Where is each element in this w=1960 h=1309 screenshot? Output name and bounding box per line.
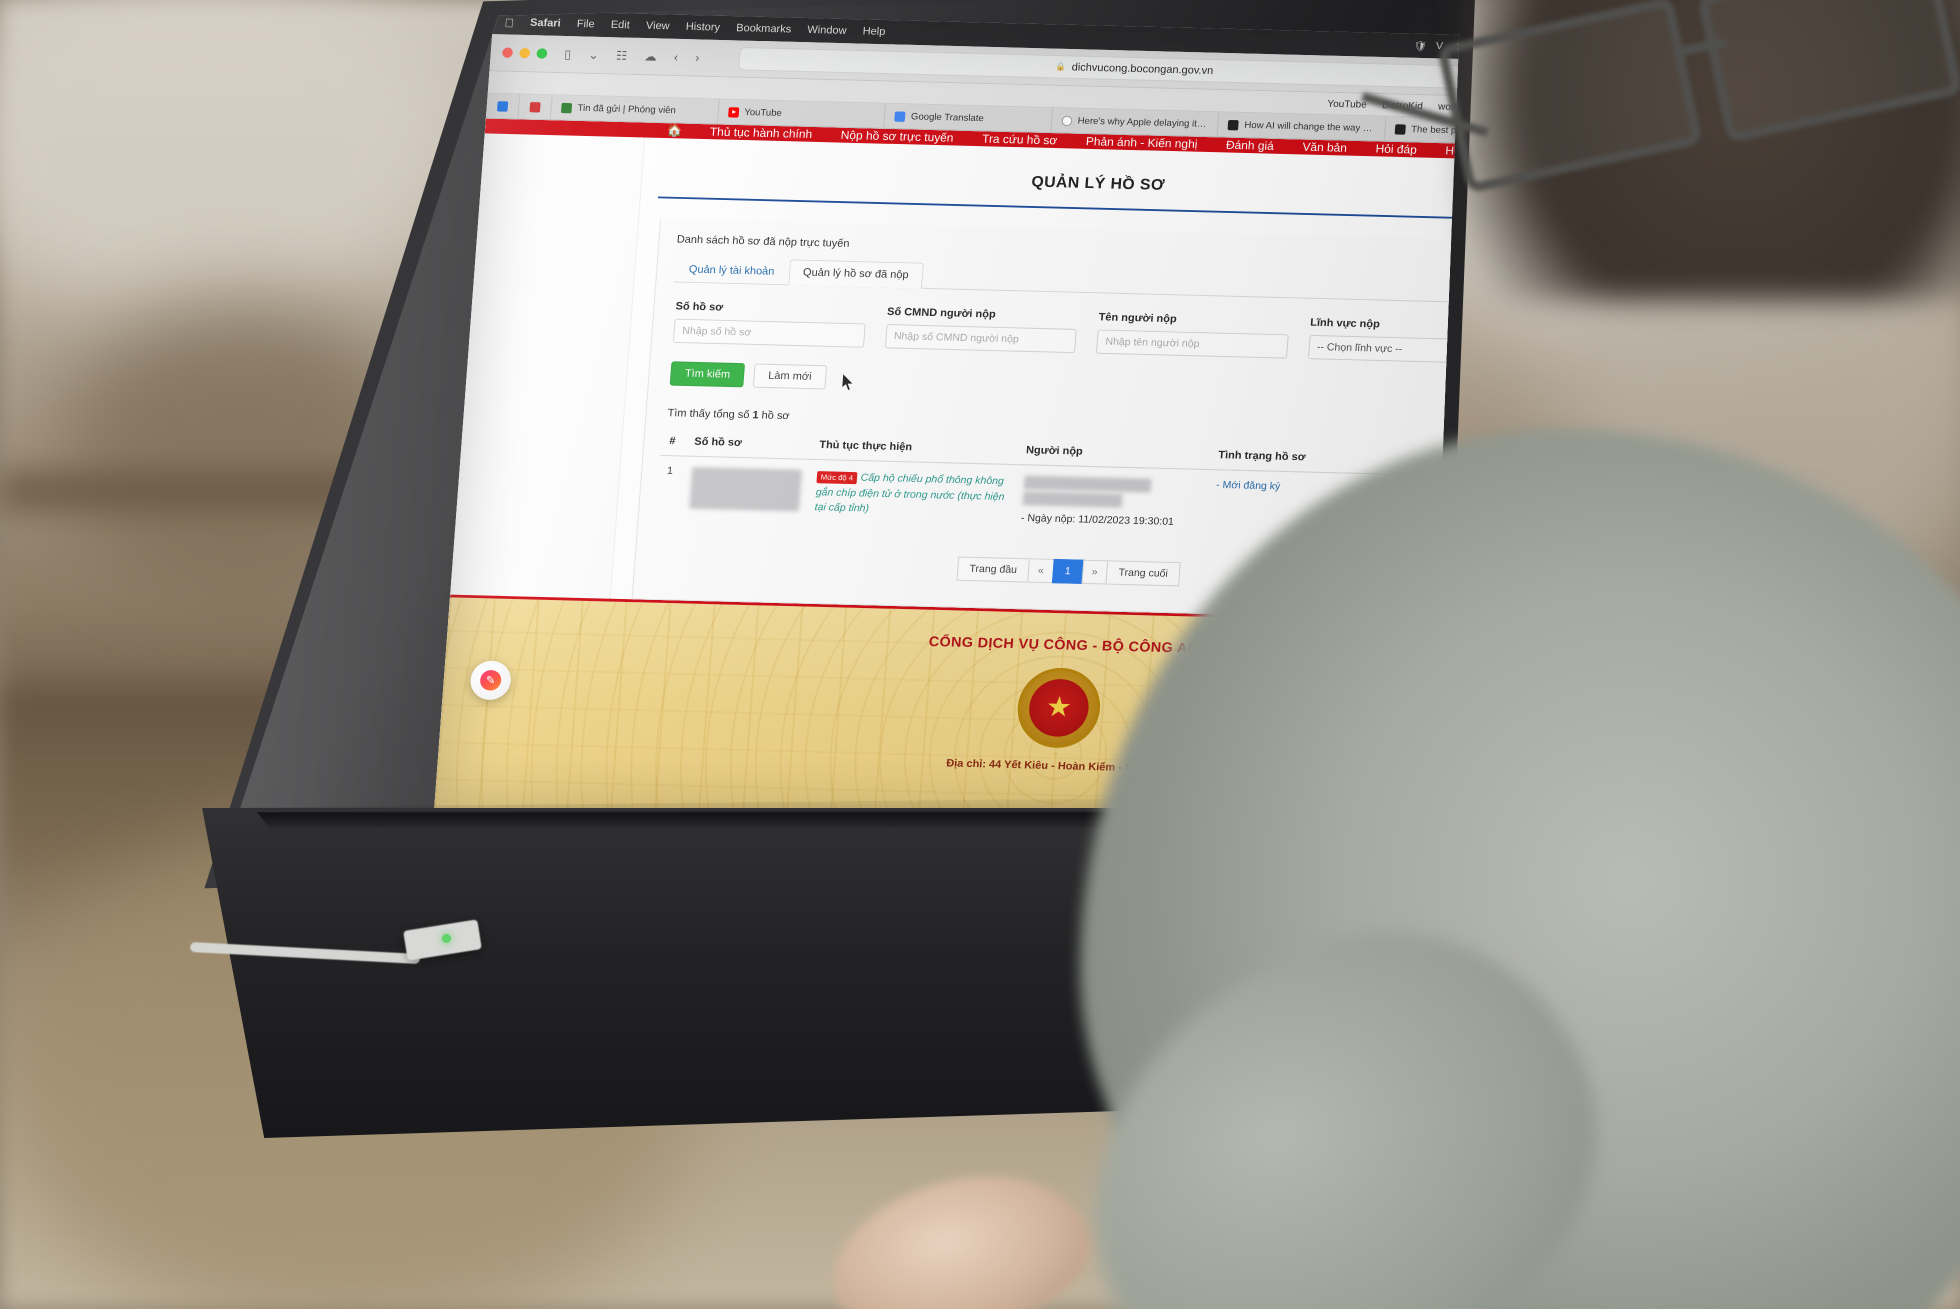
label-so-ho-so: Số hồ sơ [675, 301, 724, 314]
tab-quan-ly-tai-khoan[interactable]: Quản lý tài khoản [674, 256, 790, 284]
icloud-icon[interactable]: ☁ [640, 47, 661, 66]
blue-dot-icon [496, 100, 509, 112]
field-linh-vuc-nop: Lĩnh vực nộp -- Chọn lĩnh vực -- ▲ ▼ [1307, 317, 1494, 364]
menubar-item-edit[interactable]: Edit [610, 20, 630, 32]
window-controls [501, 47, 548, 59]
news-icon [560, 102, 573, 113]
browser-tab-apple-article[interactable]: Here's why Apple delaying its mi... [1051, 108, 1220, 137]
tab-quan-ly-ho-so-da-nop[interactable]: Quản lý hồ sơ đã nộp [787, 259, 924, 289]
cell-thu-tuc: Mức độ 4 Cấp hộ chiếu phổ thông không gắn… [805, 459, 1017, 533]
label-linh-vuc-nop: Lĩnh vực nộp [1309, 317, 1381, 331]
google-translate-icon [894, 110, 906, 122]
field-so-cmnd: Số CMND người nộp [884, 306, 1078, 354]
pagination-last[interactable]: Trang cuối [1105, 560, 1182, 587]
pagination-page-1[interactable]: 1 [1051, 558, 1085, 584]
messenger-icon: ✎ [479, 669, 502, 691]
eyeglass-lens-right [1697, 0, 1960, 144]
search-input-so-cmnd[interactable] [884, 324, 1077, 354]
pagination-prev[interactable]: « [1027, 558, 1055, 584]
browser-tab-label: Here's why Apple delaying its mi... [1077, 115, 1209, 130]
minimize-window-button[interactable] [519, 47, 531, 59]
reset-button[interactable]: Làm mới [753, 363, 827, 390]
result-count-suffix: hồ sơ [758, 410, 791, 423]
menubar-item-view[interactable]: View [646, 20, 670, 32]
star-icon: ★ [1044, 691, 1073, 724]
nav-item-danh-gia[interactable]: Đánh giá [1211, 138, 1288, 153]
chevron-down-icon[interactable]: ⌄ [584, 45, 603, 64]
tab-overview-icon[interactable]: ☷ [611, 46, 631, 65]
pagination-next[interactable]: » [1081, 559, 1109, 585]
menubar-item-history[interactable]: History [685, 21, 720, 33]
close-window-button[interactable] [501, 47, 514, 58]
photo-scene:  Safari File Edit View History Bookmark… [0, 0, 1960, 1309]
submit-date-value: 11/02/2023 19:30:01 [1077, 513, 1175, 528]
eyeglass-lens-left [1437, 0, 1703, 194]
label-ten-nguoi-nop: Tên người nộp [1098, 311, 1178, 326]
cell-so-ho-so: ████ ██ █ ███ ████ / ████ ██-████ [680, 456, 810, 528]
browser-tab-google-translate[interactable]: Google Translate [884, 103, 1053, 133]
clock-icon [1061, 115, 1073, 126]
browser-tab-tin-da-gui[interactable]: Tin đã gửi | Phóng viên [550, 95, 720, 124]
mouse-cursor [841, 372, 855, 392]
forward-icon[interactable]: › [691, 49, 704, 67]
result-count-prefix: Tìm thấy tổng số [667, 407, 753, 422]
pagination-first[interactable]: Trang đầu [956, 556, 1031, 583]
address-bar-url: dichvucong.bocongan.gov.vn [1071, 61, 1214, 77]
label-so-cmnd: Số CMND người nộp [886, 306, 997, 321]
cell-nguoi-nop: █████ ██ ███ ██████ ████████ █████ - Ngà… [1012, 465, 1209, 539]
select-linh-vuc-nop[interactable]: -- Chọn lĩnh vực -- [1307, 334, 1462, 364]
browser-tab-label: YouTube [743, 107, 783, 119]
nav-item-tra-cuu-ho-so[interactable]: Tra cứu hồ sơ [967, 132, 1072, 148]
search-input-so-ho-so[interactable] [672, 318, 866, 348]
col-header-index: # [660, 429, 688, 457]
back-icon[interactable]: ‹ [669, 48, 682, 66]
article-icon [1227, 119, 1240, 130]
lock-icon: 🔒 [1054, 61, 1067, 72]
search-input-ten-nguoi-nop[interactable] [1095, 329, 1289, 359]
search-button[interactable]: Tìm kiếm [669, 361, 746, 388]
submit-date: - Ngày nộp: 11/02/2023 19:30:01 [1021, 512, 1199, 528]
menubar-item-window[interactable]: Window [807, 25, 847, 37]
red-flag-icon [529, 101, 541, 113]
status-badge: Mức độ 4 [816, 470, 858, 484]
redacted-submitter-id: ████████ █████ [1021, 491, 1123, 508]
eyeglasses [1330, 0, 1960, 260]
home-icon[interactable]: 🏠 [653, 123, 696, 139]
chevron-updown-icon: ▲ ▼ [1484, 343, 1494, 361]
field-so-ho-so: Số hồ sơ [672, 301, 867, 348]
charger-led-indicator [442, 934, 451, 943]
menubar-item-file[interactable]: File [576, 19, 595, 31]
redacted-submitter-name: █████ ██ ███ ██████ [1023, 475, 1153, 493]
sidebar-icon[interactable]: ▯ [560, 45, 576, 64]
apple-icon[interactable]:  [504, 15, 514, 29]
menubar-spacer [902, 33, 1398, 46]
maximize-window-button[interactable] [536, 48, 548, 59]
col-header-so-ho-so: Số hồ sơ [685, 430, 813, 460]
menubar-item-bookmarks[interactable]: Bookmarks [736, 23, 792, 36]
browser-tab-label: Tin đã gửi | Phóng viên [577, 102, 677, 116]
submit-date-label: - Ngày nộp: [1020, 512, 1076, 525]
record-status: - Mới đăng ký [1215, 479, 1281, 493]
field-ten-nguoi-nop: Tên người nộp [1095, 311, 1290, 359]
browser-tab-pinned-2[interactable] [518, 94, 553, 120]
youtube-icon [727, 106, 739, 118]
browser-tab-pinned-1[interactable] [485, 93, 521, 119]
menubar-item-safari[interactable]: Safari [530, 17, 561, 29]
browser-tab-label: Google Translate [910, 111, 985, 124]
browser-tab-youtube[interactable]: YouTube [717, 99, 887, 128]
redacted-profile-number: ████ ██ █ ███ ████ / ████ ██-████ [689, 466, 803, 512]
menubar-item-help[interactable]: Help [862, 26, 885, 38]
